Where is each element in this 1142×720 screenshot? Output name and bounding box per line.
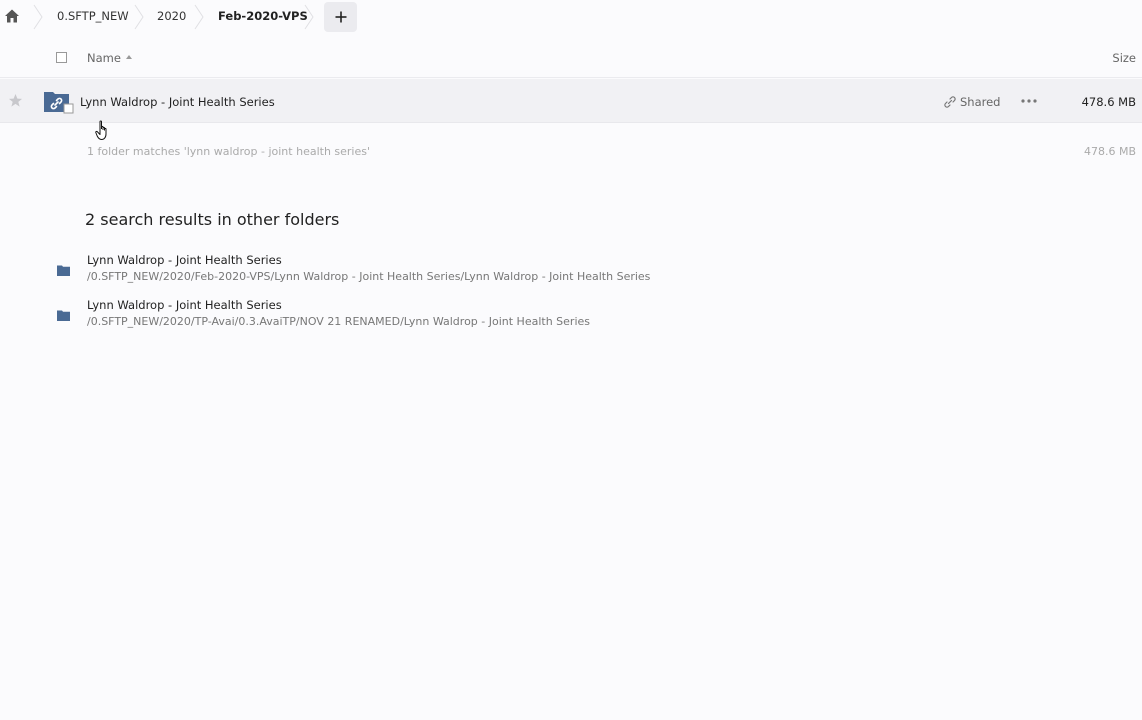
breadcrumb-item-sftp[interactable]: 0.SFTP_NEW: [57, 9, 129, 23]
file-name[interactable]: Lynn Waldrop - Joint Health Series: [80, 95, 275, 109]
shared-button[interactable]: Shared: [944, 95, 1001, 109]
breadcrumb-separator-icon: [33, 4, 43, 30]
breadcrumb-separator-icon: [134, 4, 144, 30]
link-icon: [944, 96, 956, 108]
shared-label: Shared: [960, 95, 1001, 109]
select-all-checkbox[interactable]: [56, 52, 67, 63]
result-path: /0.SFTP_NEW/2020/TP-Avai/0.3.AvaiTP/NOV …: [87, 315, 591, 328]
breadcrumb: 0.SFTP_NEW 2020 Feb-2020-VPS: [0, 0, 1142, 34]
search-summary: 1 folder matches 'lynn waldrop - joint h…: [87, 145, 371, 158]
other-results-heading: 2 search results in other folders: [85, 210, 340, 229]
file-list-header: Name Size: [0, 40, 1142, 78]
table-row[interactable]: Lynn Waldrop - Joint Health Series Share…: [0, 79, 1142, 123]
plus-icon: [335, 11, 346, 23]
more-options-icon[interactable]: [1020, 94, 1038, 108]
sort-ascending-icon: [126, 55, 132, 59]
folder-icon: [57, 310, 70, 321]
file-size: 478.6 MB: [1081, 95, 1136, 109]
star-icon[interactable]: [8, 93, 23, 108]
result-name[interactable]: Lynn Waldrop - Joint Health Series: [87, 298, 282, 312]
result-name[interactable]: Lynn Waldrop - Joint Health Series: [87, 253, 282, 267]
list-item[interactable]: Lynn Waldrop - Joint Health Series /0.SF…: [0, 298, 800, 338]
home-icon[interactable]: [4, 8, 20, 24]
breadcrumb-item-2020[interactable]: 2020: [157, 9, 186, 23]
breadcrumb-separator-icon: [304, 4, 314, 30]
hand-cursor-icon: [95, 120, 107, 140]
new-button[interactable]: [324, 2, 357, 32]
summary-size: 478.6 MB: [1083, 145, 1136, 158]
list-item[interactable]: Lynn Waldrop - Joint Health Series /0.SF…: [0, 253, 800, 293]
breadcrumb-item-current[interactable]: Feb-2020-VPS: [218, 9, 308, 23]
breadcrumb-separator-icon: [194, 4, 204, 30]
column-header-size[interactable]: Size: [1112, 51, 1136, 65]
column-header-name[interactable]: Name: [87, 51, 121, 65]
shared-folder-icon: [44, 92, 74, 114]
result-path: /0.SFTP_NEW/2020/Feb-2020-VPS/Lynn Waldr…: [87, 270, 651, 283]
folder-icon: [57, 265, 70, 276]
